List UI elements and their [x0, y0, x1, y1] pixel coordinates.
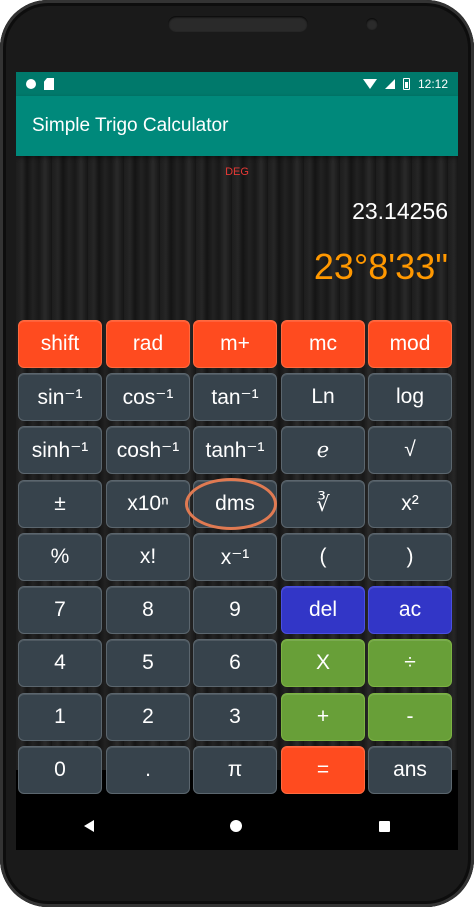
navigation-bar: [16, 802, 458, 850]
key-r3-c3[interactable]: ∛: [281, 480, 365, 528]
key-r5-c0[interactable]: 7: [18, 586, 102, 634]
key-r1-c0[interactable]: sin⁻¹: [18, 373, 102, 421]
key-r0-c0[interactable]: shift: [18, 320, 102, 368]
key-r0-c1[interactable]: rad: [106, 320, 190, 368]
key-r3-c0[interactable]: ±: [18, 480, 102, 528]
key-r6-c3[interactable]: X: [281, 639, 365, 687]
home-icon[interactable]: [230, 820, 243, 832]
key-r1-c2[interactable]: tan⁻¹: [193, 373, 277, 421]
key-r4-c1[interactable]: x!: [106, 533, 190, 581]
app-bar: Simple Trigo Calculator: [16, 96, 458, 156]
wifi-icon: [362, 79, 377, 89]
key-r6-c1[interactable]: 5: [106, 639, 190, 687]
speaker-grille: [168, 16, 308, 32]
signal-icon: [384, 79, 395, 89]
key-r0-c4[interactable]: mod: [368, 320, 452, 368]
key-r5-c2[interactable]: 9: [193, 586, 277, 634]
key-r8-c2[interactable]: π: [193, 746, 277, 794]
key-r4-c2[interactable]: x⁻¹: [193, 533, 277, 581]
key-r0-c2[interactable]: m+: [193, 320, 277, 368]
key-r7-c1[interactable]: 2: [106, 693, 190, 741]
sd-card-icon: [44, 78, 54, 90]
key-r4-c0[interactable]: %: [18, 533, 102, 581]
key-r7-c2[interactable]: 3: [193, 693, 277, 741]
angle-mode-indicator: DEG: [225, 166, 249, 178]
key-r7-c4[interactable]: -: [368, 693, 452, 741]
key-r4-c3[interactable]: (: [281, 533, 365, 581]
dms-result: 23°8'33": [313, 246, 448, 287]
key-r2-c1[interactable]: cosh⁻¹: [106, 426, 190, 474]
phone-frame: 12:12 Simple Trigo Calculator DEG 23.142…: [0, 0, 474, 907]
front-camera: [366, 18, 378, 30]
key-r2-c3[interactable]: 𝑒: [281, 426, 365, 474]
key-r8-c0[interactable]: 0: [18, 746, 102, 794]
key-r8-c4[interactable]: ans: [368, 746, 452, 794]
screen: 12:12 Simple Trigo Calculator DEG 23.142…: [16, 72, 458, 802]
key-r3-c2[interactable]: dms: [193, 480, 277, 528]
key-r5-c4[interactable]: ac: [368, 586, 452, 634]
app-title: Simple Trigo Calculator: [32, 115, 229, 136]
key-r4-c4[interactable]: ): [368, 533, 452, 581]
key-r2-c2[interactable]: tanh⁻¹: [193, 426, 277, 474]
recent-apps-icon[interactable]: [378, 820, 390, 832]
status-bar: 12:12: [16, 72, 458, 96]
key-r8-c3[interactable]: =: [281, 746, 365, 794]
notification-dot-icon: [26, 79, 36, 89]
key-r2-c0[interactable]: sinh⁻¹: [18, 426, 102, 474]
key-r8-c1[interactable]: .: [106, 746, 190, 794]
key-r1-c3[interactable]: Ln: [281, 373, 365, 421]
key-r5-c3[interactable]: del: [281, 586, 365, 634]
decimal-result: 23.14256: [352, 198, 448, 224]
keypad: shift rad m+ mc mod sin⁻¹ cos⁻¹ tan⁻¹ Ln log sinh⁻…: [16, 320, 458, 794]
key-r0-c3[interactable]: mc: [281, 320, 365, 368]
calculator-display: DEG 23.14256 23°8'33": [16, 156, 458, 320]
key-r5-c1[interactable]: 8: [106, 586, 190, 634]
key-r6-c2[interactable]: 6: [193, 639, 277, 687]
key-r3-c1[interactable]: x10ⁿ: [106, 480, 190, 528]
key-r7-c0[interactable]: 1: [18, 693, 102, 741]
key-r6-c4[interactable]: ÷: [368, 639, 452, 687]
battery-icon: [402, 78, 410, 90]
key-r6-c0[interactable]: 4: [18, 639, 102, 687]
status-time: 12:12: [417, 77, 448, 91]
key-r7-c3[interactable]: +: [281, 693, 365, 741]
key-r3-c4[interactable]: x²: [368, 480, 452, 528]
key-r1-c1[interactable]: cos⁻¹: [106, 373, 190, 421]
key-r2-c4[interactable]: √: [368, 426, 452, 474]
key-r1-c4[interactable]: log: [368, 373, 452, 421]
back-icon[interactable]: [84, 820, 95, 832]
